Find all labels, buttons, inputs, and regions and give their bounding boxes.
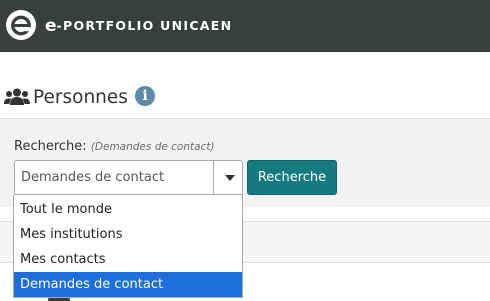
filter-select-value: Demandes de contact <box>21 170 165 185</box>
search-button[interactable]: Recherche <box>247 160 337 195</box>
current-filter-text: (Demandes de contact) <box>90 141 215 153</box>
brand-name: -PORTFOLIO UNICAEN <box>56 18 233 33</box>
brand-prefix: e <box>45 16 57 36</box>
search-label: Recherche: (Demandes de contact) <box>14 139 215 154</box>
top-header: e-PORTFOLIO UNICAEN <box>0 0 490 52</box>
dropdown-option-my-contacts[interactable]: Mes contacts <box>14 247 242 272</box>
eportfolio-logo-icon[interactable] <box>6 10 36 40</box>
dropdown-option-everyone[interactable]: Tout le monde <box>14 197 242 222</box>
info-icon[interactable]: i <box>135 86 155 106</box>
dropdown-option-my-institutions[interactable]: Mes institutions <box>14 222 242 247</box>
chevron-down-icon[interactable] <box>225 175 235 181</box>
site-brand-link[interactable]: e-PORTFOLIO UNICAEN <box>45 15 233 36</box>
dropdown-option-contact-requests[interactable]: Demandes de contact <box>14 272 242 297</box>
users-icon <box>4 88 30 105</box>
filter-select[interactable]: Demandes de contact <box>14 160 243 195</box>
page-title-text: Personnes <box>33 86 128 108</box>
filter-dropdown-list: Tout le monde Mes institutions Mes conta… <box>13 195 243 298</box>
search-label-text: Recherche: <box>14 139 87 154</box>
select-divider <box>213 161 214 194</box>
page-title: Personnes <box>4 85 128 109</box>
